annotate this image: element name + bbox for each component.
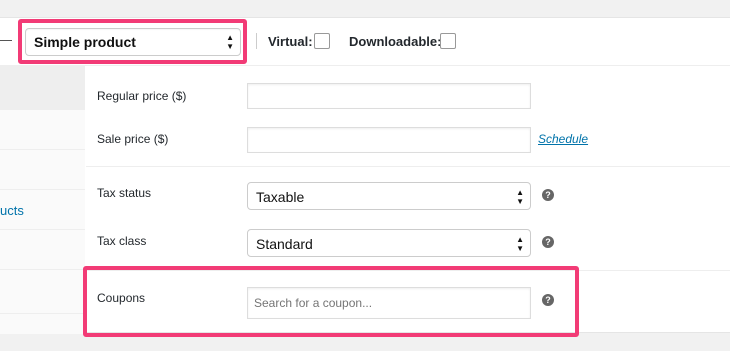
sidebar-item-shipping[interactable] [0,150,85,190]
header-separator [256,33,257,49]
header-dash [0,40,12,41]
virtual-label: Virtual: [268,34,313,49]
downloadable-checkbox[interactable] [440,33,456,49]
help-icon[interactable]: ? [542,189,554,201]
tax-class-select[interactable]: Standard ▲ ▼ [247,229,531,257]
tax-status-value: Taxable [256,189,305,205]
virtual-checkbox[interactable] [314,33,330,49]
tax-status-label: Tax status [97,186,152,200]
regular-price-input[interactable] [247,83,531,109]
regular-price-label: Regular price ($) [97,89,187,103]
select-arrows-icon: ▲ ▼ [516,235,524,253]
sidebar-item-inventory[interactable] [0,110,85,150]
product-data-tabs: ucts [0,66,85,334]
tax-status-select[interactable]: Taxable ▲ ▼ [247,182,531,210]
schedule-link[interactable]: Schedule [538,132,588,146]
downloadable-label: Downloadable: [349,34,442,49]
sidebar-item-general[interactable] [0,66,85,110]
sidebar-item-attributes[interactable] [0,230,85,270]
sale-price-input[interactable] [247,127,531,153]
tax-class-label: Tax class [97,234,147,248]
product-data-header: Simple product ▲ ▼ Virtual: Downloadable: [0,18,730,66]
coupons-highlight [83,266,579,337]
section-divider [86,166,730,167]
sidebar-item-linked-products[interactable]: ucts [0,190,85,230]
help-icon[interactable]: ? [542,236,554,248]
tax-class-value: Standard [256,236,313,252]
sale-price-label: Sale price ($) [97,132,169,146]
product-type-highlight [18,19,247,64]
sidebar-item-label: ucts [0,203,24,218]
sidebar-item-advanced[interactable] [0,270,85,314]
select-arrows-icon: ▲ ▼ [516,188,524,206]
